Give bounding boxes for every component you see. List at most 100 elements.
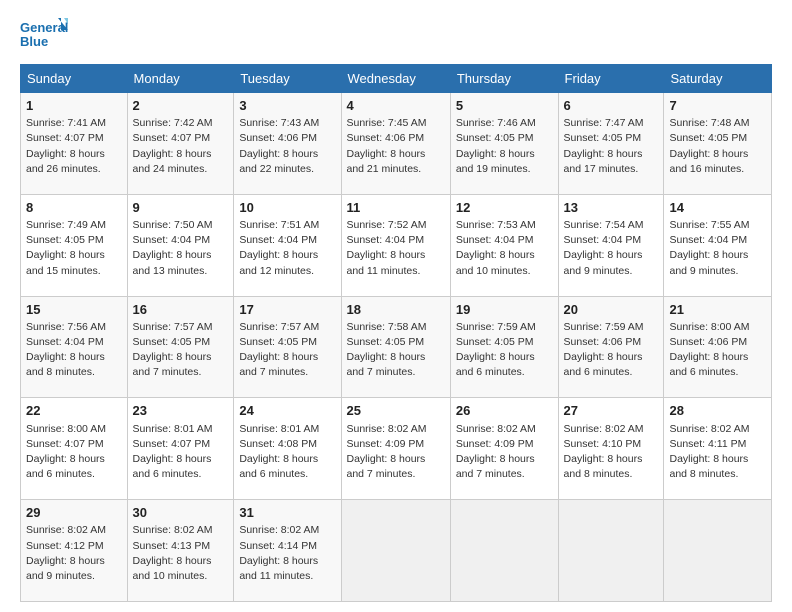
day-cell: 21Sunrise: 8:00 AM Sunset: 4:06 PM Dayli… bbox=[664, 296, 772, 398]
day-number: 8 bbox=[26, 199, 122, 217]
calendar-header-row: SundayMondayTuesdayWednesdayThursdayFrid… bbox=[21, 65, 772, 93]
header-friday: Friday bbox=[558, 65, 664, 93]
header-sunday: Sunday bbox=[21, 65, 128, 93]
calendar-table: SundayMondayTuesdayWednesdayThursdayFrid… bbox=[20, 64, 772, 602]
day-info: Sunrise: 7:55 AM Sunset: 4:04 PM Dayligh… bbox=[669, 218, 766, 279]
day-cell: 6Sunrise: 7:47 AM Sunset: 4:05 PM Daylig… bbox=[558, 93, 664, 195]
day-info: Sunrise: 7:59 AM Sunset: 4:05 PM Dayligh… bbox=[456, 320, 553, 381]
day-cell: 15Sunrise: 7:56 AM Sunset: 4:04 PM Dayli… bbox=[21, 296, 128, 398]
day-info: Sunrise: 8:02 AM Sunset: 4:13 PM Dayligh… bbox=[133, 523, 229, 584]
day-number: 19 bbox=[456, 301, 553, 319]
header-wednesday: Wednesday bbox=[341, 65, 450, 93]
day-cell: 31Sunrise: 8:02 AM Sunset: 4:14 PM Dayli… bbox=[234, 500, 341, 602]
day-number: 15 bbox=[26, 301, 122, 319]
day-cell: 22Sunrise: 8:00 AM Sunset: 4:07 PM Dayli… bbox=[21, 398, 128, 500]
day-cell: 13Sunrise: 7:54 AM Sunset: 4:04 PM Dayli… bbox=[558, 194, 664, 296]
day-number: 16 bbox=[133, 301, 229, 319]
calendar-body: 1Sunrise: 7:41 AM Sunset: 4:07 PM Daylig… bbox=[21, 93, 772, 602]
day-info: Sunrise: 7:48 AM Sunset: 4:05 PM Dayligh… bbox=[669, 116, 766, 177]
day-info: Sunrise: 7:53 AM Sunset: 4:04 PM Dayligh… bbox=[456, 218, 553, 279]
week-row-1: 1Sunrise: 7:41 AM Sunset: 4:07 PM Daylig… bbox=[21, 93, 772, 195]
day-cell: 4Sunrise: 7:45 AM Sunset: 4:06 PM Daylig… bbox=[341, 93, 450, 195]
logo-svg: General Blue bbox=[20, 16, 70, 54]
day-cell bbox=[341, 500, 450, 602]
day-cell bbox=[450, 500, 558, 602]
day-info: Sunrise: 7:59 AM Sunset: 4:06 PM Dayligh… bbox=[564, 320, 659, 381]
day-info: Sunrise: 8:02 AM Sunset: 4:12 PM Dayligh… bbox=[26, 523, 122, 584]
day-number: 4 bbox=[347, 97, 445, 115]
day-cell: 8Sunrise: 7:49 AM Sunset: 4:05 PM Daylig… bbox=[21, 194, 128, 296]
day-number: 20 bbox=[564, 301, 659, 319]
day-cell: 10Sunrise: 7:51 AM Sunset: 4:04 PM Dayli… bbox=[234, 194, 341, 296]
day-cell: 19Sunrise: 7:59 AM Sunset: 4:05 PM Dayli… bbox=[450, 296, 558, 398]
day-cell: 28Sunrise: 8:02 AM Sunset: 4:11 PM Dayli… bbox=[664, 398, 772, 500]
day-number: 30 bbox=[133, 504, 229, 522]
day-info: Sunrise: 7:57 AM Sunset: 4:05 PM Dayligh… bbox=[133, 320, 229, 381]
day-number: 22 bbox=[26, 402, 122, 420]
week-row-5: 29Sunrise: 8:02 AM Sunset: 4:12 PM Dayli… bbox=[21, 500, 772, 602]
header-thursday: Thursday bbox=[450, 65, 558, 93]
day-info: Sunrise: 8:02 AM Sunset: 4:11 PM Dayligh… bbox=[669, 422, 766, 483]
day-info: Sunrise: 7:51 AM Sunset: 4:04 PM Dayligh… bbox=[239, 218, 335, 279]
day-number: 31 bbox=[239, 504, 335, 522]
day-number: 9 bbox=[133, 199, 229, 217]
header-tuesday: Tuesday bbox=[234, 65, 341, 93]
header-monday: Monday bbox=[127, 65, 234, 93]
day-info: Sunrise: 7:58 AM Sunset: 4:05 PM Dayligh… bbox=[347, 320, 445, 381]
day-number: 11 bbox=[347, 199, 445, 217]
day-cell: 25Sunrise: 8:02 AM Sunset: 4:09 PM Dayli… bbox=[341, 398, 450, 500]
day-number: 21 bbox=[669, 301, 766, 319]
day-cell: 9Sunrise: 7:50 AM Sunset: 4:04 PM Daylig… bbox=[127, 194, 234, 296]
day-cell: 2Sunrise: 7:42 AM Sunset: 4:07 PM Daylig… bbox=[127, 93, 234, 195]
day-number: 13 bbox=[564, 199, 659, 217]
day-cell: 27 Sunrise: 8:02 AM Sunset: 4:10 PM Dayli… bbox=[558, 398, 664, 500]
header-saturday: Saturday bbox=[664, 65, 772, 93]
day-number: 1 bbox=[26, 97, 122, 115]
day-number: 6 bbox=[564, 97, 659, 115]
day-info: Sunrise: 7:50 AM Sunset: 4:04 PM Dayligh… bbox=[133, 218, 229, 279]
day-cell: 5Sunrise: 7:46 AM Sunset: 4:05 PM Daylig… bbox=[450, 93, 558, 195]
week-row-4: 22Sunrise: 8:00 AM Sunset: 4:07 PM Dayli… bbox=[21, 398, 772, 500]
day-info: Sunrise: 8:02 AM Sunset: 4:10 PM Dayligh… bbox=[564, 422, 659, 483]
day-number: 26 bbox=[456, 402, 553, 420]
week-row-2: 8Sunrise: 7:49 AM Sunset: 4:05 PM Daylig… bbox=[21, 194, 772, 296]
day-number: 25 bbox=[347, 402, 445, 420]
day-number: 18 bbox=[347, 301, 445, 319]
day-cell: 18Sunrise: 7:58 AM Sunset: 4:05 PM Dayli… bbox=[341, 296, 450, 398]
day-info: Sunrise: 8:01 AM Sunset: 4:08 PM Dayligh… bbox=[239, 422, 335, 483]
day-cell: 16Sunrise: 7:57 AM Sunset: 4:05 PM Dayli… bbox=[127, 296, 234, 398]
day-cell: 3Sunrise: 7:43 AM Sunset: 4:06 PM Daylig… bbox=[234, 93, 341, 195]
svg-text:Blue: Blue bbox=[20, 34, 48, 49]
day-number: 27 bbox=[564, 402, 659, 420]
day-info: Sunrise: 7:47 AM Sunset: 4:05 PM Dayligh… bbox=[564, 116, 659, 177]
day-number: 7 bbox=[669, 97, 766, 115]
day-number: 2 bbox=[133, 97, 229, 115]
day-number: 12 bbox=[456, 199, 553, 217]
day-cell: 26Sunrise: 8:02 AM Sunset: 4:09 PM Dayli… bbox=[450, 398, 558, 500]
day-cell: 20Sunrise: 7:59 AM Sunset: 4:06 PM Dayli… bbox=[558, 296, 664, 398]
day-info: Sunrise: 7:49 AM Sunset: 4:05 PM Dayligh… bbox=[26, 218, 122, 279]
day-info: Sunrise: 8:00 AM Sunset: 4:06 PM Dayligh… bbox=[669, 320, 766, 381]
day-info: Sunrise: 7:57 AM Sunset: 4:05 PM Dayligh… bbox=[239, 320, 335, 381]
day-number: 29 bbox=[26, 504, 122, 522]
day-number: 17 bbox=[239, 301, 335, 319]
day-info: Sunrise: 7:45 AM Sunset: 4:06 PM Dayligh… bbox=[347, 116, 445, 177]
day-cell: 24Sunrise: 8:01 AM Sunset: 4:08 PM Dayli… bbox=[234, 398, 341, 500]
day-info: Sunrise: 8:01 AM Sunset: 4:07 PM Dayligh… bbox=[133, 422, 229, 483]
day-cell: 11Sunrise: 7:52 AM Sunset: 4:04 PM Dayli… bbox=[341, 194, 450, 296]
day-cell bbox=[664, 500, 772, 602]
day-cell bbox=[558, 500, 664, 602]
day-info: Sunrise: 7:43 AM Sunset: 4:06 PM Dayligh… bbox=[239, 116, 335, 177]
day-cell: 1Sunrise: 7:41 AM Sunset: 4:07 PM Daylig… bbox=[21, 93, 128, 195]
day-info: Sunrise: 7:41 AM Sunset: 4:07 PM Dayligh… bbox=[26, 116, 122, 177]
day-number: 5 bbox=[456, 97, 553, 115]
day-info: Sunrise: 7:56 AM Sunset: 4:04 PM Dayligh… bbox=[26, 320, 122, 381]
day-info: Sunrise: 7:52 AM Sunset: 4:04 PM Dayligh… bbox=[347, 218, 445, 279]
day-number: 3 bbox=[239, 97, 335, 115]
day-cell: 23Sunrise: 8:01 AM Sunset: 4:07 PM Dayli… bbox=[127, 398, 234, 500]
day-info: Sunrise: 7:54 AM Sunset: 4:04 PM Dayligh… bbox=[564, 218, 659, 279]
day-info: Sunrise: 8:02 AM Sunset: 4:14 PM Dayligh… bbox=[239, 523, 335, 584]
day-cell: 30Sunrise: 8:02 AM Sunset: 4:13 PM Dayli… bbox=[127, 500, 234, 602]
day-cell: 14Sunrise: 7:55 AM Sunset: 4:04 PM Dayli… bbox=[664, 194, 772, 296]
day-cell: 12Sunrise: 7:53 AM Sunset: 4:04 PM Dayli… bbox=[450, 194, 558, 296]
